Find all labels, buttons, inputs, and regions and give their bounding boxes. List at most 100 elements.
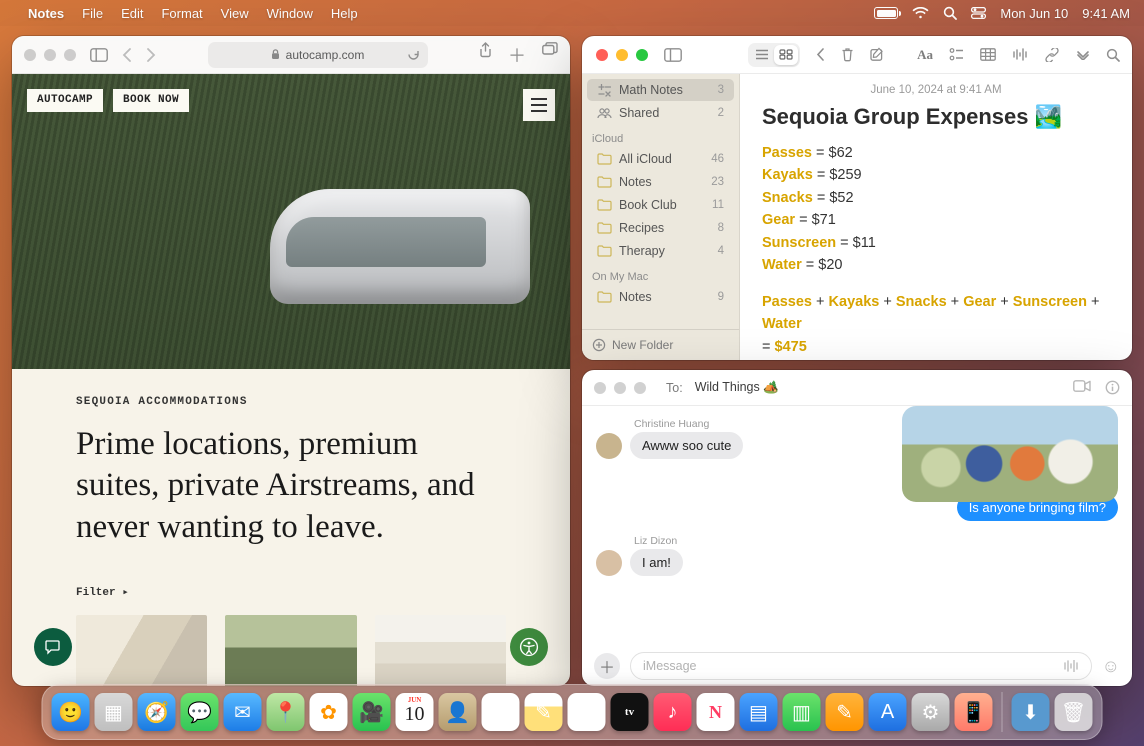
accommodation-card[interactable] <box>375 615 506 686</box>
dock-app-mail[interactable]: ✉︎ <box>224 693 262 731</box>
sidebar-item[interactable]: Shared2 <box>587 102 734 124</box>
sidebar-item[interactable]: Math Notes3 <box>587 79 734 101</box>
video-call-icon[interactable] <box>1073 380 1091 395</box>
menubar-date[interactable]: Mon Jun 10 <box>1000 6 1068 21</box>
photo-message[interactable] <box>902 406 1118 502</box>
recipient-name[interactable]: Wild Things 🏕️ <box>695 380 779 395</box>
dock-app-facetime[interactable]: 🎥 <box>353 693 391 731</box>
compose-icon[interactable] <box>870 47 885 62</box>
dock-app-iphone-mirroring[interactable]: 📱 <box>955 693 993 731</box>
dock-app-finder[interactable]: 🙂 <box>52 693 90 731</box>
forward-button[interactable] <box>146 48 156 62</box>
menubar-time[interactable]: 9:41 AM <box>1082 6 1130 21</box>
table-icon[interactable] <box>980 48 996 61</box>
sidebar-toggle-icon[interactable] <box>664 48 682 62</box>
audio-wave-icon[interactable] <box>1063 660 1079 672</box>
back-button[interactable] <box>122 48 132 62</box>
share-icon[interactable] <box>479 42 492 68</box>
dock-app-reminders[interactable]: ☰ <box>482 693 520 731</box>
more-icon[interactable] <box>1076 50 1090 60</box>
dock-app-appstore[interactable]: A <box>869 693 907 731</box>
emoji-picker-icon[interactable]: ☺ <box>1102 656 1120 677</box>
fullscreen-button[interactable] <box>64 49 76 61</box>
sidebar-item[interactable]: Recipes8 <box>587 217 734 239</box>
search-icon[interactable] <box>1106 48 1120 62</box>
message-bubble[interactable]: Awww soo cute <box>630 432 743 459</box>
dock-app-numbers[interactable]: ▥ <box>783 693 821 731</box>
link-icon[interactable] <box>1044 48 1060 62</box>
avatar[interactable] <box>596 550 622 576</box>
minimize-button[interactable] <box>614 382 626 394</box>
tabs-icon[interactable] <box>542 42 558 68</box>
dock-app-notes[interactable]: ✎ <box>525 693 563 731</box>
reload-icon[interactable] <box>407 48 420 61</box>
list-view-icon[interactable] <box>750 45 774 65</box>
dock-app-keynote[interactable]: ▤ <box>740 693 778 731</box>
sidebar-item[interactable]: Notes9 <box>587 286 734 308</box>
accommodation-card[interactable] <box>225 615 356 686</box>
format-icon[interactable]: Aa <box>917 47 933 63</box>
dock-app-pages[interactable]: ✎ <box>826 693 864 731</box>
dock-downloads[interactable]: ⬇︎ <box>1012 693 1050 731</box>
dock-app-messages[interactable]: 💬 <box>181 693 219 731</box>
site-menu-button[interactable] <box>523 89 555 121</box>
dock-trash[interactable]: 🗑 <box>1055 693 1093 731</box>
add-attachment-button[interactable]: ＋ <box>594 653 620 679</box>
dock-app-tv[interactable]: tv <box>611 693 649 731</box>
dock-app-news[interactable]: N <box>697 693 735 731</box>
message-bubble[interactable]: I am! <box>630 549 683 576</box>
new-folder-button[interactable]: New Folder <box>582 329 739 360</box>
battery-icon[interactable] <box>874 7 898 19</box>
address-bar[interactable]: autocamp.com <box>208 42 428 68</box>
menu-file[interactable]: File <box>82 6 103 21</box>
info-icon[interactable] <box>1105 380 1120 395</box>
sidebar-item[interactable]: Notes23 <box>587 171 734 193</box>
dock-app-safari[interactable]: 🧭 <box>138 693 176 731</box>
grid-view-icon[interactable] <box>774 45 798 65</box>
accommodation-card[interactable] <box>76 615 207 686</box>
message-input[interactable]: iMessage <box>630 652 1092 680</box>
site-logo[interactable]: AUTOCAMP <box>27 89 103 112</box>
dock-app-music[interactable]: ♪ <box>654 693 692 731</box>
audio-icon[interactable] <box>1012 48 1028 61</box>
sidebar-icon[interactable] <box>90 48 108 62</box>
dock-app-launchpad[interactable]: ▦ <box>95 693 133 731</box>
close-button[interactable] <box>596 49 608 61</box>
avatar[interactable] <box>596 433 622 459</box>
minimize-button[interactable] <box>616 49 628 61</box>
back-button[interactable] <box>816 48 825 61</box>
sidebar-item[interactable]: Therapy4 <box>587 240 734 262</box>
dock-app-contacts[interactable]: 👤 <box>439 693 477 731</box>
new-tab-icon[interactable]: ＋ <box>508 42 526 68</box>
sidebar-item[interactable]: Book Club11 <box>587 194 734 216</box>
checklist-icon[interactable] <box>949 48 964 61</box>
menu-help[interactable]: Help <box>331 6 358 21</box>
book-now-button[interactable]: BOOK NOW <box>113 89 189 112</box>
dock-app-photos[interactable]: ✿ <box>310 693 348 731</box>
close-button[interactable] <box>594 382 606 394</box>
spotlight-icon[interactable] <box>943 6 957 20</box>
dock-app-freeform[interactable]: 〰 <box>568 693 606 731</box>
chat-fab[interactable] <box>34 628 72 666</box>
wifi-icon[interactable] <box>912 7 929 19</box>
dock-app-maps[interactable]: 📍 <box>267 693 305 731</box>
fullscreen-button[interactable] <box>636 49 648 61</box>
menu-edit[interactable]: Edit <box>121 6 143 21</box>
note-editor[interactable]: June 10, 2024 at 9:41 AM Sequoia Group E… <box>740 74 1132 360</box>
control-center-icon[interactable] <box>971 7 986 19</box>
app-menu[interactable]: Notes <box>28 6 64 21</box>
fullscreen-button[interactable] <box>634 382 646 394</box>
menu-format[interactable]: Format <box>161 6 202 21</box>
dock-app-settings[interactable]: ⚙︎ <box>912 693 950 731</box>
dock-app-calendar[interactable]: JUN10 <box>396 693 434 731</box>
delete-icon[interactable] <box>841 47 854 62</box>
message-thread[interactable]: Christine Huang Awww soo cute 👍 Is anyon… <box>582 406 1132 646</box>
view-mode-toggle[interactable] <box>748 43 800 67</box>
filter-toggle[interactable]: Filter ▸ <box>76 588 506 599</box>
menu-window[interactable]: Window <box>267 6 313 21</box>
close-button[interactable] <box>24 49 36 61</box>
accessibility-fab[interactable] <box>510 628 548 666</box>
minimize-button[interactable] <box>44 49 56 61</box>
menu-view[interactable]: View <box>221 6 249 21</box>
sidebar-item[interactable]: All iCloud46 <box>587 148 734 170</box>
